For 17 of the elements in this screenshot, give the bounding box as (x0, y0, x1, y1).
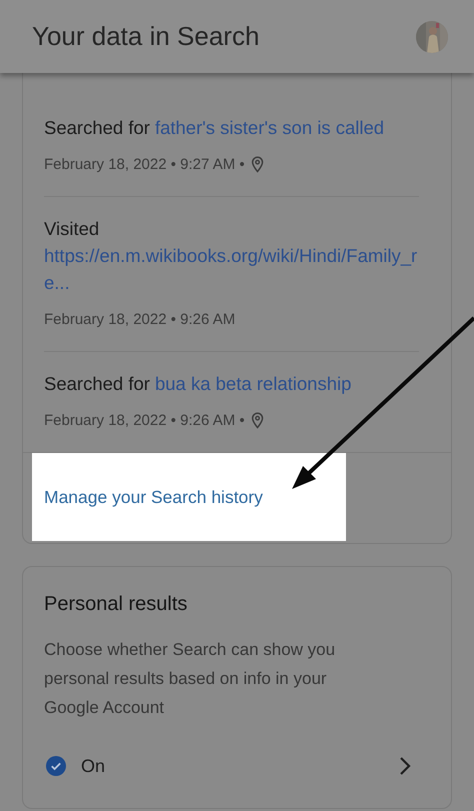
page-title: Your data in Search (32, 21, 260, 52)
status-label: On (81, 756, 106, 776)
query-link[interactable]: father's sister's son is called (154, 117, 384, 138)
query-link[interactable]: bua ka beta relationship (154, 373, 352, 394)
entry-action: Searched for (44, 117, 150, 138)
location-pin-icon (250, 412, 264, 428)
entry-date: February 18, 2022 • 9:26 AM (44, 310, 236, 328)
entry-date: February 18, 2022 • 9:27 AM • (44, 156, 245, 172)
card-title: Personal results (44, 592, 188, 617)
chevron-right-icon[interactable] (399, 756, 411, 776)
entry-action: Visited (44, 218, 100, 239)
url-link[interactable]: https://en.m.wikibooks.org/wiki/Hindi/Family_re... (44, 242, 419, 296)
card-description: Choose whether Search can show you personal results based on info in your Google Account (44, 639, 336, 719)
entry-action: Searched for (44, 373, 150, 394)
entry-date: February 18, 2022 • 9:26 AM • (44, 412, 245, 428)
location-pin-icon (250, 156, 264, 172)
manage-history-link[interactable]: Manage your Search history (44, 486, 263, 508)
